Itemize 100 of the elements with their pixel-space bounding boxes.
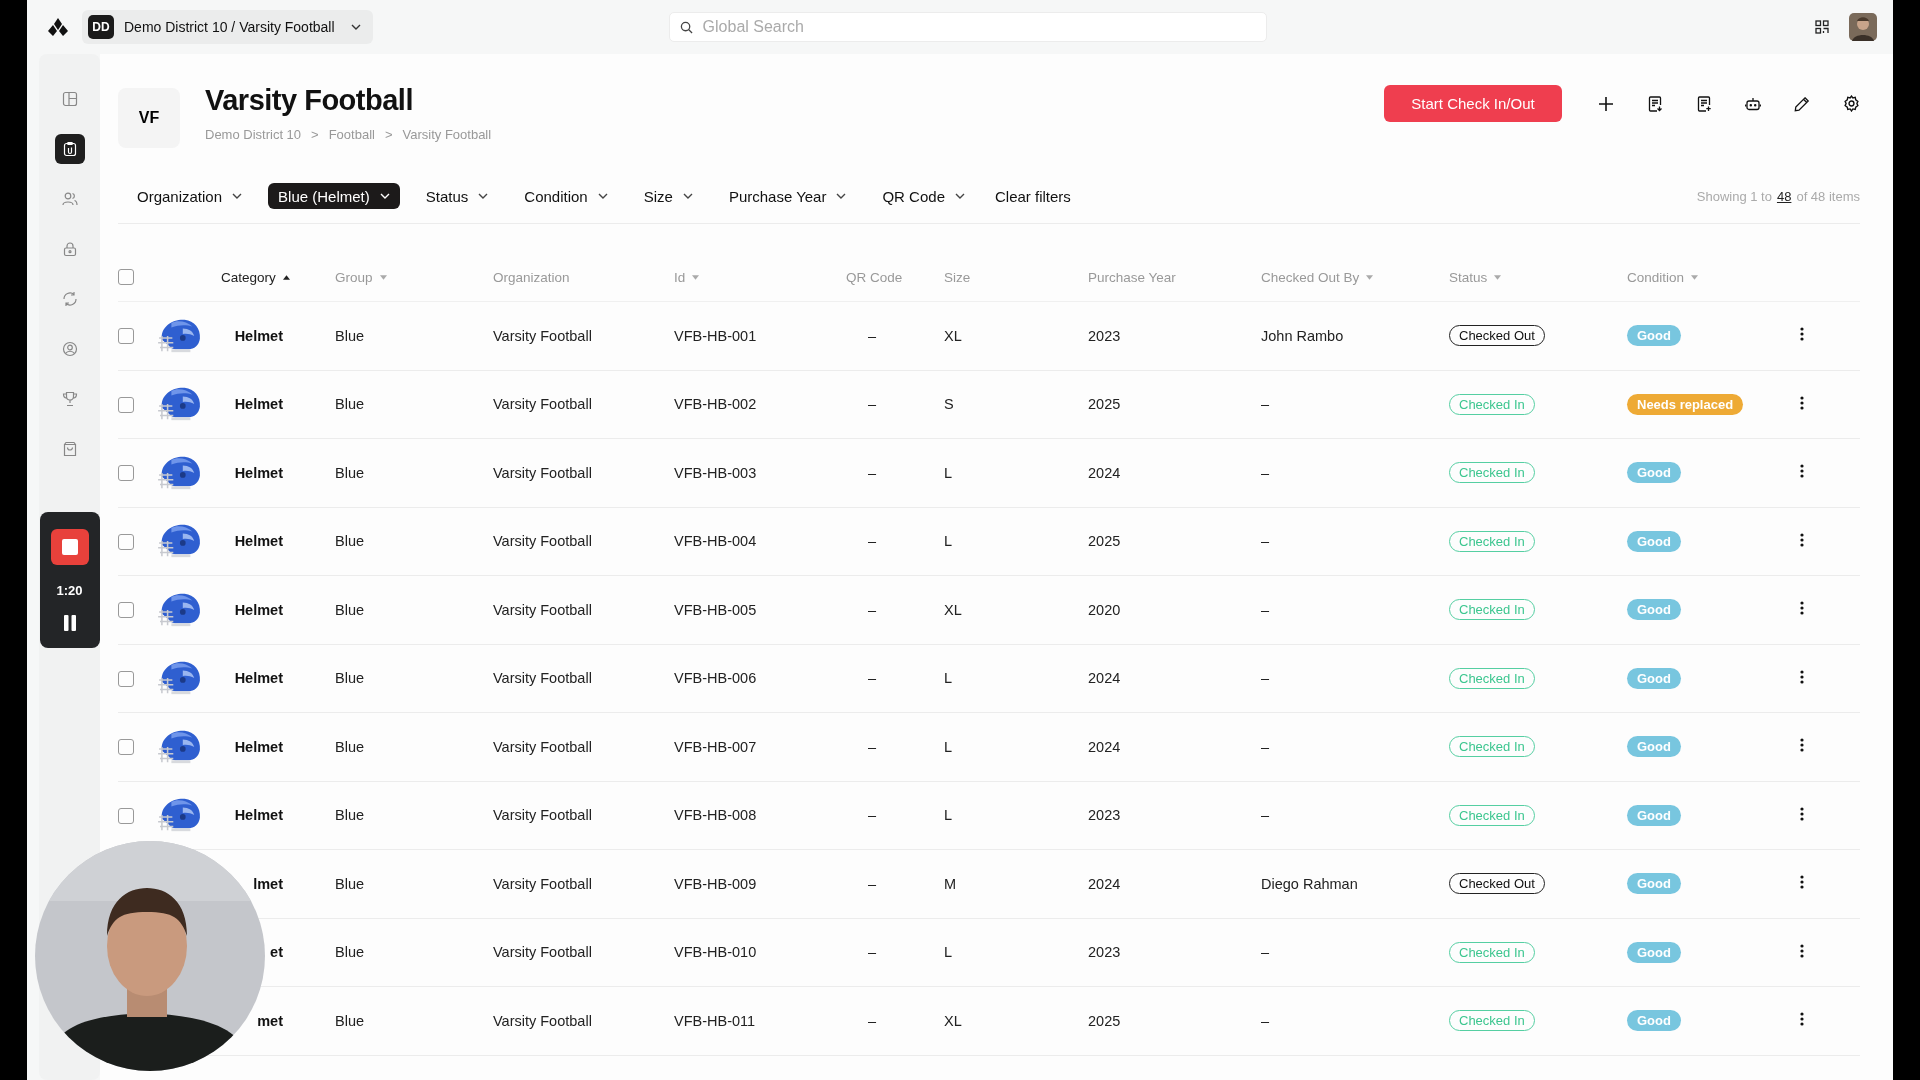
size-cell: S: [944, 396, 954, 413]
chevron-down-icon: [379, 193, 390, 199]
chevron-down-icon: [836, 193, 847, 199]
size-cell: L: [944, 738, 953, 755]
group-cell: Blue: [335, 944, 365, 961]
more-options-icon[interactable]: [1800, 1012, 1804, 1027]
chevron-down-icon: [597, 193, 608, 199]
chevron-down-icon: [478, 193, 489, 199]
condition-badge: Good: [1627, 941, 1681, 963]
organization-cell: Varsity Football: [493, 875, 592, 892]
column-header: QR Code: [846, 269, 903, 285]
condition-badge: Good: [1627, 325, 1681, 347]
qr-code-cell-text: –: [867, 670, 877, 687]
organization-cell: Varsity Football: [493, 807, 592, 824]
qr-code-cell-text: –: [867, 464, 877, 481]
row-checkbox[interactable]: [118, 670, 134, 687]
group-cell: Blue: [335, 807, 365, 824]
more-options-icon[interactable]: [1800, 669, 1804, 684]
organization-cell: Varsity Football: [493, 396, 592, 413]
group-cell: Blue: [335, 670, 365, 687]
document-download-icon[interactable]: [1647, 95, 1663, 112]
settings-icon[interactable]: [1843, 95, 1860, 112]
qr-code-cell-text: –: [867, 807, 877, 824]
column-header[interactable]: Category: [221, 269, 276, 285]
pause-icon[interactable]: [62, 614, 77, 631]
search-field[interactable]: Global Search: [668, 12, 1267, 42]
id-cell: VFB-HB-011: [674, 1012, 756, 1029]
filter-dropdown[interactable]: Blue (Helmet): [268, 183, 400, 209]
start-check-in-out-button[interactable]: Start Check In/Out: [1384, 85, 1562, 122]
document-add-icon[interactable]: [1696, 95, 1712, 112]
lock-icon: [61, 241, 78, 257]
sort-ascending-icon[interactable]: [282, 274, 290, 280]
workspace-name: Demo District 10 / Varsity Football: [124, 19, 335, 35]
select-all-checkbox[interactable]: [118, 269, 134, 286]
organization-cell: Varsity Football: [493, 670, 592, 687]
group-cell: Blue: [335, 875, 365, 892]
more-options-icon[interactable]: [1800, 327, 1804, 342]
clear-filters-link[interactable]: Clear filters: [991, 187, 1071, 205]
page-size-link[interactable]: 48: [1776, 188, 1792, 204]
more-options-icon[interactable]: [1800, 806, 1804, 821]
organization-cell: Varsity Football: [493, 327, 592, 344]
trophy-icon: [61, 391, 78, 407]
year-cell: 2023: [1088, 807, 1121, 824]
pencil-icon[interactable]: [1794, 95, 1810, 112]
more-options-icon[interactable]: [1800, 395, 1804, 410]
more-options-icon[interactable]: [1800, 601, 1804, 616]
row-checkbox[interactable]: [118, 602, 134, 619]
filter-dropdown[interactable]: Size: [633, 183, 703, 209]
search-input[interactable]: Global Search: [700, 17, 1256, 37]
more-options-icon[interactable]: [1800, 532, 1804, 547]
row-checkbox[interactable]: [118, 465, 134, 482]
id-cell: VFB-HB-007: [674, 738, 757, 755]
robot-icon[interactable]: [1745, 95, 1761, 112]
id-cell: VFB-HB-005: [674, 601, 757, 618]
qr-code-cell-text: –: [867, 396, 877, 413]
group-cell: Blue: [335, 738, 365, 755]
category-cell-text: lmet: [252, 875, 283, 892]
stop-recording-button[interactable]: [50, 529, 89, 566]
condition-badge: Good: [1627, 804, 1681, 826]
id-cell: VFB-HB-004: [674, 533, 757, 550]
id-cell: VFB-HB-008: [674, 807, 757, 824]
chevron-down-icon: [350, 24, 361, 30]
condition-badge: Good: [1627, 667, 1681, 689]
size-cell: L: [944, 807, 953, 824]
workspace-initials: DD: [88, 15, 114, 39]
checked-out-by-cell: –: [1261, 738, 1270, 755]
checked-out-by-cell: –: [1261, 1012, 1270, 1029]
more-options-icon[interactable]: [1800, 875, 1804, 890]
category-cell-text: Helmet: [233, 670, 283, 687]
column-header: Organization: [493, 269, 570, 285]
size-cell: L: [944, 464, 953, 481]
workspace-switcher[interactable]: DD Demo District 10 / Varsity Football: [82, 10, 373, 44]
filter-dropdown[interactable]: Purchase Year: [718, 183, 857, 209]
more-options-icon[interactable]: [1800, 464, 1804, 479]
more-options-icon[interactable]: [1800, 943, 1804, 958]
filter-dropdown[interactable]: Organization: [127, 183, 253, 209]
filter-dropdown[interactable]: Condition: [514, 183, 618, 209]
sidebar-item[interactable]: [54, 134, 85, 164]
size-cell: L: [944, 533, 953, 550]
row-checkbox[interactable]: [118, 533, 134, 550]
showing-text: of 48 items: [1796, 188, 1860, 204]
more-options-icon[interactable]: [1800, 738, 1804, 753]
organization-cell: Varsity Football: [493, 464, 592, 481]
filter-dropdown[interactable]: QR Code: [872, 183, 975, 209]
row-checkbox[interactable]: [118, 328, 134, 345]
row-checkbox[interactable]: [118, 396, 134, 413]
plus-icon[interactable]: [1598, 95, 1614, 112]
size-cell: XL: [944, 327, 962, 344]
row-checkbox[interactable]: [118, 739, 134, 756]
organization-cell: Varsity Football: [493, 738, 592, 755]
condition-badge: Good: [1627, 599, 1681, 621]
size-cell: XL: [944, 1012, 962, 1029]
group-cell: Blue: [335, 601, 365, 618]
category-cell-text: Helmet: [233, 396, 283, 413]
id-cell: VFB-HB-009: [674, 875, 757, 892]
qr-code-icon[interactable]: [1815, 20, 1829, 34]
group-cell: Blue: [335, 327, 365, 344]
row-checkbox[interactable]: [118, 807, 134, 824]
filter-dropdown[interactable]: Status: [415, 183, 499, 209]
condition-badge: Good: [1627, 873, 1681, 895]
